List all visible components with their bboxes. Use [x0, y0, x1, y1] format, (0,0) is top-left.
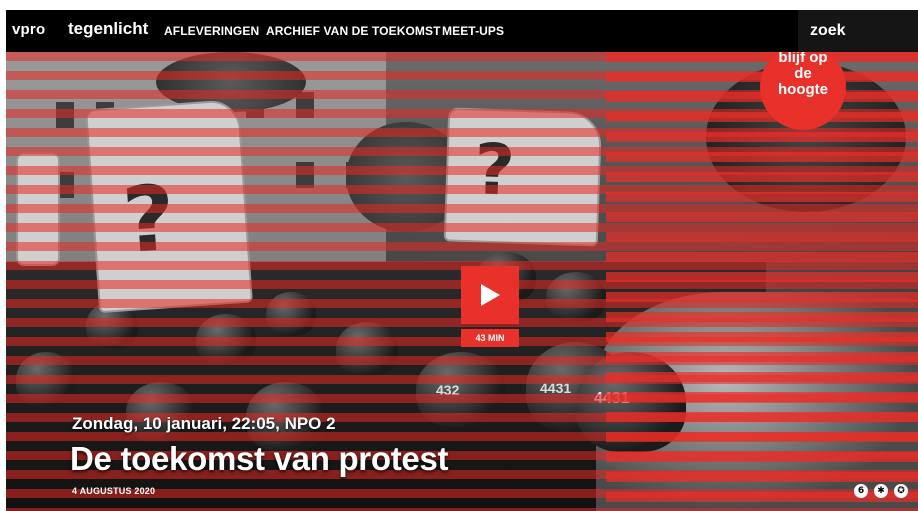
- episode-title[interactable]: De toekomst van protest: [70, 440, 449, 478]
- nav-link-meetups[interactable]: MEET-UPS: [442, 24, 504, 38]
- vpro-logo[interactable]: vpro: [12, 21, 45, 38]
- badge-line: de: [794, 65, 812, 82]
- age-6-icon: 6: [854, 484, 868, 498]
- page-frame: vpro tegenlicht AFLEVERINGEN ARCHIEF VAN…: [6, 10, 918, 511]
- search-input[interactable]: [808, 18, 912, 44]
- hero-image: 432 4431 4431 ? ? blijf op de hoogte: [6, 52, 918, 511]
- kijkwijzer-icons: 6 ✱ ✪: [854, 484, 908, 498]
- play-icon: [481, 284, 500, 306]
- top-nav: vpro tegenlicht AFLEVERINGEN ARCHIEF VAN…: [6, 10, 918, 52]
- tegenlicht-logo[interactable]: tegenlicht: [68, 19, 148, 39]
- search-box: [798, 10, 918, 52]
- red-stripe-overlay-right: [606, 52, 918, 511]
- nav-link-archief[interactable]: ARCHIEF VAN DE TOEKOMST: [266, 24, 441, 38]
- publish-date: 4 AUGUSTUS 2020: [72, 486, 156, 496]
- duration-label: 43 MIN: [461, 329, 519, 347]
- broadcast-time: Zondag, 10 januari, 22:05, NPO 2: [72, 414, 336, 433]
- badge-line: hoogte: [778, 81, 828, 98]
- violence-icon: ✱: [874, 484, 888, 498]
- nav-link-afleveringen[interactable]: AFLEVERINGEN: [164, 24, 259, 38]
- play-button[interactable]: [461, 266, 519, 324]
- fear-icon: ✪: [894, 484, 908, 498]
- badge-line: blijf op: [778, 52, 828, 66]
